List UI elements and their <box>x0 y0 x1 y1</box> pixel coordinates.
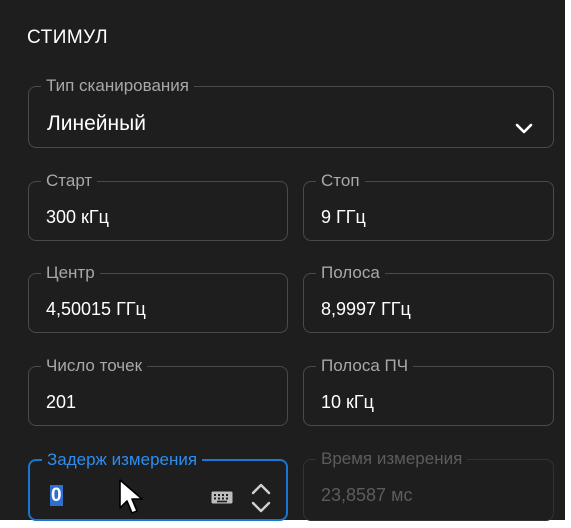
stop-label: Стоп <box>316 170 365 192</box>
stimulus-panel: СТИМУЛ Тип сканирования Линейный Старт 3… <box>0 0 565 521</box>
ifbw-label: Полоса ПЧ <box>316 355 414 377</box>
up-down-arrows-icon[interactable] <box>250 481 272 515</box>
start-value: 300 кГц <box>46 207 109 227</box>
center-label: Центр <box>41 262 100 284</box>
chevron-down-icon[interactable] <box>515 123 533 135</box>
points-field[interactable]: Число точек 201 <box>28 355 288 426</box>
span-field[interactable]: Полоса 8,9997 ГГц <box>303 262 554 333</box>
center-value: 4,50015 ГГц <box>46 299 146 319</box>
delay-input[interactable]: 0 <box>50 485 63 507</box>
sweep-type-label: Тип сканирования <box>41 75 195 97</box>
section-title: СТИМУЛ <box>27 27 109 48</box>
sweep-type-select[interactable]: Тип сканирования Линейный <box>28 75 554 148</box>
stop-value: 9 ГГц <box>321 207 366 227</box>
points-value: 201 <box>46 392 77 412</box>
sweep-time-field: Время измерения 23,8587 мс <box>303 448 554 521</box>
stop-field[interactable]: Стоп 9 ГГц <box>303 170 554 241</box>
delay-field[interactable]: Задерж измерения 0 <box>28 449 288 521</box>
delay-label: Задерж измерения <box>42 449 203 471</box>
start-label: Старт <box>41 170 98 192</box>
ifbw-field[interactable]: Полоса ПЧ 10 кГц <box>303 355 554 426</box>
ifbw-value: 10 кГц <box>321 392 374 412</box>
points-label: Число точек <box>41 355 148 377</box>
sweep-time-value: 23,8587 мс <box>321 485 413 505</box>
sweep-time-label: Время измерения <box>316 448 468 470</box>
mouse-cursor-icon <box>119 479 143 514</box>
start-field[interactable]: Старт 300 кГц <box>28 170 288 241</box>
span-label: Полоса <box>316 262 385 284</box>
keyboard-icon[interactable] <box>211 491 233 504</box>
delay-value: 0 <box>50 485 63 506</box>
span-value: 8,9997 ГГц <box>321 299 411 319</box>
sweep-type-value: Линейный <box>47 112 146 135</box>
center-field[interactable]: Центр 4,50015 ГГц <box>28 262 288 333</box>
